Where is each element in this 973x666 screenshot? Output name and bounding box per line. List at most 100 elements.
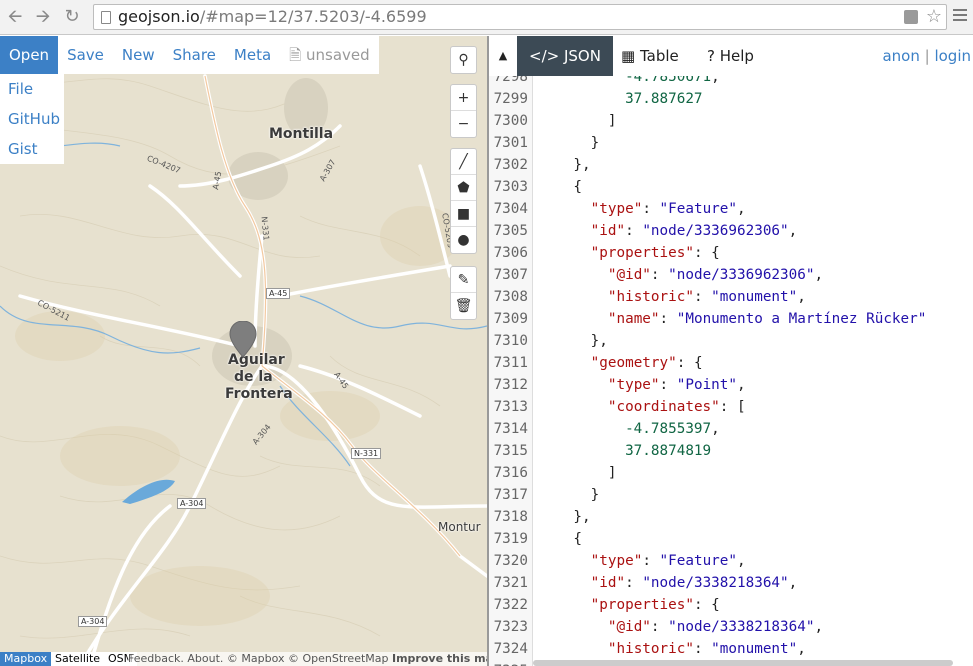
code-token: "type": [590, 553, 643, 569]
horizontal-scrollbar[interactable]: [533, 660, 953, 666]
layer-mapbox[interactable]: Mapbox: [0, 652, 52, 666]
place-label-de-la: de la: [234, 369, 273, 385]
auth-links: anon | login: [882, 36, 971, 76]
auth-separator: |: [919, 47, 935, 65]
code-token: : [: [719, 399, 746, 415]
code-token: "properties": [590, 245, 694, 261]
anon-link[interactable]: anon: [882, 47, 919, 65]
line-number: 7311: [493, 355, 528, 371]
code-token: :: [650, 267, 669, 283]
open-menu-gist[interactable]: Gist: [0, 134, 64, 164]
new-button[interactable]: New: [113, 36, 164, 74]
url-path: /#map=12/37.5203/-4.6599: [199, 7, 427, 26]
layer-satellite[interactable]: Satellite: [51, 652, 105, 666]
improve-map-link[interactable]: Improve this map: [392, 652, 501, 665]
code-line: "geometry": {: [539, 352, 703, 374]
browser-menu-icon[interactable]: [953, 9, 967, 25]
line-number: 7314: [493, 421, 528, 437]
zoom-out-button[interactable]: −: [451, 111, 476, 137]
reload-icon[interactable]: ↻: [61, 6, 83, 28]
back-arrow-icon[interactable]: 🡨: [4, 6, 26, 28]
table-icon: ▦: [621, 47, 640, 65]
share-button[interactable]: Share: [164, 36, 225, 74]
help-icon: ?: [707, 47, 720, 65]
code-token: {: [539, 179, 583, 195]
code-token: }: [539, 487, 600, 503]
line-number: 7313: [493, 399, 528, 415]
road-shield: N-331: [351, 448, 382, 459]
road-shield: A-45: [266, 288, 291, 299]
draw-polygon-icon[interactable]: ⬟: [451, 175, 476, 201]
zoom-control: + −: [450, 84, 477, 138]
address-bar[interactable]: geojson.io/#map=12/37.5203/-4.6599 ☆: [93, 4, 947, 30]
code-token: :: [625, 575, 643, 591]
unsaved-status: 🗎 unsaved: [280, 36, 379, 74]
search-control: ⚲: [450, 46, 477, 74]
open-menu-github[interactable]: GitHub: [0, 104, 64, 134]
line-number-gutter: 7298 7299 7300 7301 7302 7303 7304 7305 7306 7307…: [489, 76, 533, 666]
save-button[interactable]: Save: [58, 36, 113, 74]
map-canvas[interactable]: Montilla Aguilar de la Frontera Montur C…: [0, 36, 487, 666]
line-number: 7321: [493, 575, 528, 591]
line-number: 7316: [493, 465, 528, 481]
draw-line-icon[interactable]: ╱: [451, 149, 476, 175]
line-number: 7307: [493, 267, 528, 283]
code-token: ]: [539, 465, 617, 481]
collapse-arrow-icon[interactable]: ▲: [489, 36, 517, 76]
code-line: -4.7850671,: [539, 76, 720, 88]
login-link[interactable]: login: [934, 47, 971, 65]
code-line: -4.7855397,: [539, 418, 720, 440]
code-token: }: [539, 135, 600, 151]
translate-icon[interactable]: [904, 10, 918, 24]
forward-arrow-icon[interactable]: 🡪: [32, 6, 54, 28]
code-token: "node/3336962306": [668, 267, 815, 283]
code-token: {: [539, 531, 583, 547]
tab-help[interactable]: ? Help: [695, 36, 766, 76]
open-menu-file[interactable]: File: [0, 74, 64, 104]
code-token: ,: [711, 76, 720, 85]
tab-table[interactable]: ▦ Table: [609, 36, 691, 76]
code-line: "properties": {: [539, 242, 720, 264]
search-icon[interactable]: ⚲: [451, 47, 476, 73]
line-number: 7325: [494, 660, 528, 666]
code-icon: </>: [529, 47, 564, 65]
attribution-links[interactable]: Feedback. About. © Mapbox © OpenStreetMa…: [128, 652, 389, 665]
code-token: "Feature": [659, 553, 737, 569]
tab-help-label: Help: [719, 47, 754, 65]
url-host: geojson.io: [118, 7, 200, 26]
edit-icon[interactable]: ✎: [451, 267, 476, 293]
tab-json[interactable]: </> JSON: [517, 36, 613, 76]
line-number: 7302: [493, 157, 528, 173]
line-number: 7303: [493, 179, 528, 195]
json-editor[interactable]: 7298 7299 7300 7301 7302 7303 7304 7305 7306 7307…: [489, 76, 973, 666]
code-token: :: [659, 311, 677, 327]
code-token: "historic": [607, 641, 694, 657]
code-token: : {: [693, 597, 720, 613]
code-line: "id": "node/3338218364",: [539, 572, 798, 594]
code-token: : {: [676, 355, 703, 371]
trash-icon[interactable]: 🗑: [451, 293, 476, 319]
file-toolbar: Open Save New Share Meta 🗎 unsaved: [0, 36, 379, 74]
file-icon: 🗎: [289, 46, 307, 64]
line-number: 7318: [493, 509, 528, 525]
code-token: :: [693, 289, 712, 305]
code-token: ]: [539, 113, 617, 129]
meta-button[interactable]: Meta: [225, 36, 280, 74]
open-button[interactable]: Open: [0, 36, 59, 74]
draw-rectangle-icon[interactable]: ■: [451, 201, 476, 227]
code-line: },: [539, 330, 608, 352]
zoom-in-button[interactable]: +: [451, 85, 476, 111]
code-token: ,: [711, 421, 720, 437]
page-icon: [101, 11, 111, 24]
draw-marker-icon[interactable]: ●: [451, 227, 476, 253]
code-line: },: [539, 154, 590, 176]
code-line: "historic": "monument",: [539, 638, 806, 660]
code-token: -4.7855397: [539, 421, 712, 437]
map-marker-icon[interactable]: [229, 321, 257, 361]
bookmark-star-icon[interactable]: ☆: [926, 5, 942, 29]
